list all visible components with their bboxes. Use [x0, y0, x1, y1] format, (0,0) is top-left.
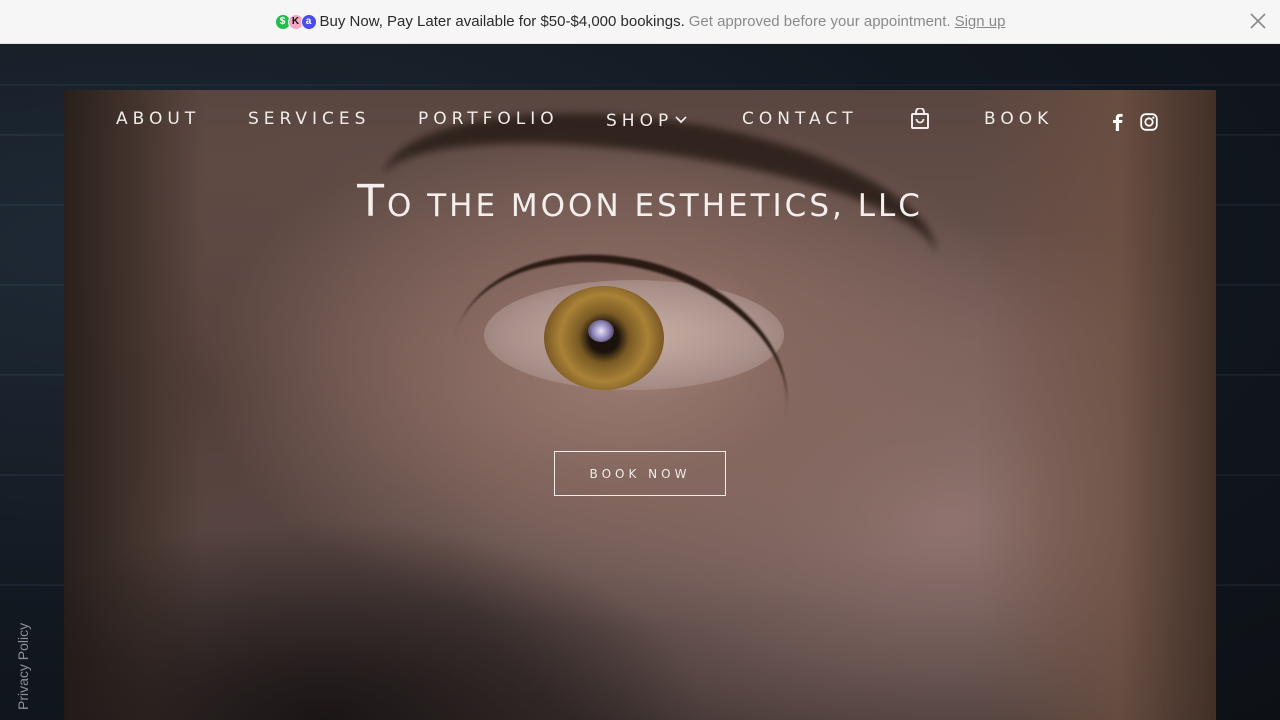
facebook-icon[interactable]: [1110, 113, 1124, 136]
main-nav: ABOUT SERVICES PORTFOLIO SHOP CONTACT BO…: [64, 90, 1216, 150]
close-icon[interactable]: [1248, 11, 1268, 31]
site-title-initial: T: [357, 176, 387, 227]
promo-bar: $ K a Buy Now, Pay Later available for $…: [0, 0, 1280, 44]
nav-item-contact[interactable]: CONTACT: [742, 109, 858, 129]
chevron-down-icon: [675, 109, 687, 129]
instagram-icon[interactable]: [1140, 113, 1158, 136]
promo-sub-text: Get approved before your appointment.: [688, 13, 951, 30]
shopping-bag-icon[interactable]: [910, 107, 930, 135]
promo-main-text: Buy Now, Pay Later available for $50-$4,…: [319, 13, 685, 30]
nav-item-book[interactable]: BOOK: [984, 109, 1053, 129]
affirm-logo-icon: a: [300, 13, 317, 30]
nav-item-services[interactable]: SERVICES: [248, 109, 370, 129]
nav-item-about[interactable]: ABOUT: [116, 109, 200, 129]
book-now-button[interactable]: BOOK NOW: [554, 451, 726, 496]
site-title: TO THE MOON ESTHETICS, LLC: [0, 176, 1280, 227]
nav-item-shop[interactable]: SHOP: [606, 109, 687, 131]
site-title-rest: O THE MOON ESTHETICS, LLC: [386, 188, 923, 224]
sign-up-link[interactable]: Sign up: [955, 13, 1006, 30]
payment-logos: $ K a: [274, 13, 317, 30]
nav-item-shop-label: SHOP: [606, 111, 674, 131]
privacy-policy-link[interactable]: Privacy Policy: [15, 623, 31, 710]
nav-item-portfolio[interactable]: PORTFOLIO: [418, 109, 559, 129]
